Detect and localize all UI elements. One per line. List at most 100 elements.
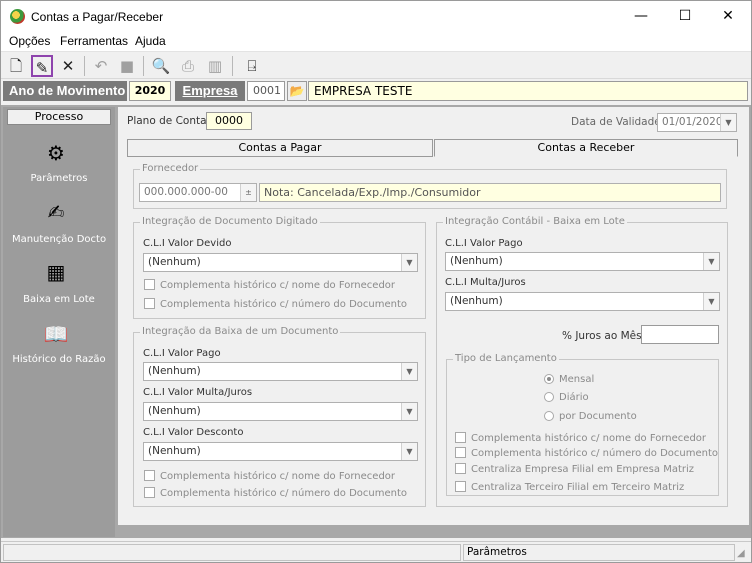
chk-lanc-nome-fornecedor[interactable]: Complementa histórico c/ nome do Fornece… — [455, 432, 706, 444]
baixa-pago-label: C.L.I Valor Pago — [143, 348, 221, 359]
contabil-multa-select[interactable]: (Nenhum) ▼ — [445, 292, 720, 311]
sidebar-item-baixa-lote[interactable]: Baixa em Lote — [5, 294, 113, 305]
select-value: (Nenhum) — [148, 365, 201, 377]
chk-baixa-numero-documento[interactable]: Complementa histórico c/ número do Docum… — [144, 487, 407, 499]
tab-label: Contas a Receber — [537, 141, 635, 154]
checkbox-label: Complementa histórico c/ número do Docum… — [160, 299, 408, 310]
year-field[interactable]: 2020 — [129, 81, 171, 101]
folder-open-icon[interactable]: 📂 — [287, 81, 307, 101]
checkbox-label: Complementa histórico c/ número do Docum… — [160, 488, 408, 499]
print-icon[interactable]: ⎙ — [177, 55, 199, 77]
baixa-desconto-select[interactable]: (Nenhum) ▼ — [143, 442, 418, 461]
print-preview-icon[interactable]: 🔍 — [150, 55, 172, 77]
plano-label: Plano de Contas — [127, 115, 212, 127]
toolbar-separator — [143, 56, 144, 76]
company-name-field: EMPRESA TESTE — [308, 81, 748, 101]
sidebar-item-historico[interactable]: Histórico do Razão — [5, 354, 113, 365]
contabil-pago-label: C.L.I Valor Pago — [445, 238, 523, 249]
new-document-icon[interactable]: 🗋 — [5, 55, 27, 77]
chk-doc-nome-fornecedor[interactable]: Complementa histórico c/ nome do Fornece… — [144, 279, 395, 291]
book-icon[interactable]: 📖 — [41, 322, 71, 348]
group-label: Tipo de Lançamento — [453, 353, 559, 364]
contabil-pago-select[interactable]: (Nenhum) ▼ — [445, 252, 720, 271]
plano-field[interactable]: 0000 — [206, 112, 252, 130]
calculator-icon[interactable]: ▦ — [41, 260, 71, 286]
radio-label: Diário — [559, 392, 589, 403]
checkbox-icon — [455, 447, 466, 458]
window-title: Contas a Pagar/Receber — [31, 10, 164, 24]
radio-icon — [544, 411, 554, 421]
year-label: Ano de Movimento — [3, 81, 127, 101]
fornecedor-code-field[interactable]: 000.000.000-00 ± — [139, 183, 257, 202]
exit-door-icon[interactable]: ⍈ — [241, 55, 263, 77]
export-icon[interactable]: ▥ — [204, 55, 226, 77]
group-label: Integração Contábil - Baixa em Lote — [443, 216, 627, 227]
group-label: Integração da Baixa de um Documento — [140, 326, 341, 337]
radio-label: Mensal — [559, 374, 595, 385]
select-value: (Nenhum) — [148, 256, 201, 268]
menu-bar: Opções Ferramentas Ajuda — [1, 32, 751, 51]
chevron-down-icon: ▼ — [703, 293, 719, 310]
stop-icon[interactable]: ■ — [116, 55, 138, 77]
tab-label: Contas a Pagar — [238, 141, 322, 154]
validade-label: Data de Validade — [571, 116, 661, 128]
year-company-bar: Ano de Movimento 2020 Empresa 0001 📂 EMP… — [1, 79, 751, 103]
chevron-down-icon: ▼ — [401, 254, 417, 271]
checkbox-label: Complementa histórico c/ número do Docum… — [471, 448, 719, 459]
edit-document-icon[interactable]: ✎ — [31, 55, 53, 77]
writing-hand-icon[interactable]: ✍ — [41, 200, 71, 226]
validade-field[interactable]: 01/01/2020 ▼ — [657, 113, 737, 132]
chevron-down-icon: ▼ — [401, 443, 417, 460]
checkbox-icon — [144, 298, 155, 309]
menu-ferramentas[interactable]: Ferramentas — [60, 34, 128, 48]
chk-lanc-numero-documento[interactable]: Complementa histórico c/ número do Docum… — [455, 447, 718, 459]
company-code-field[interactable]: 0001 — [247, 81, 285, 101]
tab-contas-receber[interactable]: Contas a Receber — [434, 139, 738, 157]
chevron-down-icon: ▼ — [720, 114, 736, 131]
minimize-button[interactable]: — — [626, 5, 656, 27]
checkbox-label: Centraliza Empresa Filial em Empresa Mat… — [471, 464, 695, 475]
toolbar: 🗋 ✎ ✕ ↶ ■ 🔍 ⎙ ▥ ⍈ — [1, 51, 751, 79]
tab-contas-pagar[interactable]: Contas a Pagar — [127, 139, 433, 157]
chk-doc-numero-documento[interactable]: Complementa histórico c/ número do Docum… — [144, 298, 407, 310]
sidebar-item-manutencao[interactable]: Manutenção Docto — [5, 234, 113, 245]
radio-por-documento[interactable]: por Documento — [544, 411, 637, 422]
radio-icon — [544, 392, 554, 402]
toolbar-separator — [84, 56, 85, 76]
company-label: Empresa — [175, 81, 245, 101]
toolbar-separator — [232, 56, 233, 76]
select-value: (Nenhum) — [450, 255, 503, 267]
resize-grip-icon[interactable]: ◢ — [737, 548, 749, 560]
baixa-multa-label: C.L.I Valor Multa/Juros — [143, 387, 253, 398]
checkbox-icon — [455, 432, 466, 443]
select-value: (Nenhum) — [148, 445, 201, 457]
chevron-down-icon: ▼ — [401, 403, 417, 420]
radio-diario[interactable]: Diário — [544, 392, 589, 403]
juros-field[interactable] — [641, 325, 719, 344]
baixa-multa-select[interactable]: (Nenhum) ▼ — [143, 402, 418, 421]
select-value: (Nenhum) — [450, 295, 503, 307]
close-button[interactable]: ✕ — [713, 5, 743, 27]
validade-value: 01/01/2020 — [662, 116, 723, 128]
menu-opcoes[interactable]: Opções — [9, 34, 50, 48]
chk-baixa-nome-fornecedor[interactable]: Complementa histórico c/ nome do Fornece… — [144, 470, 395, 482]
status-panel-right: Parâmetros — [463, 544, 735, 561]
checkbox-icon — [144, 279, 155, 290]
delete-icon[interactable]: ✕ — [57, 55, 79, 77]
sidebar-item-parametros[interactable]: Parâmetros — [5, 173, 113, 184]
radio-label: por Documento — [559, 411, 637, 422]
chevron-down-icon: ▼ — [401, 363, 417, 380]
sidebar-header: Processo — [7, 109, 111, 125]
baixa-pago-select[interactable]: (Nenhum) ▼ — [143, 362, 418, 381]
checkbox-icon — [455, 481, 466, 492]
checkbox-icon — [144, 487, 155, 498]
gears-icon[interactable]: ⚙ — [41, 141, 71, 167]
chk-centraliza-empresa[interactable]: Centraliza Empresa Filial em Empresa Mat… — [455, 463, 694, 475]
fornecedor-note: Nota: Cancelada/Exp./Imp./Consumidor — [259, 183, 721, 202]
maximize-button[interactable]: ☐ — [670, 5, 700, 27]
chk-centraliza-terceiro[interactable]: Centraliza Terceiro Filial em Terceiro M… — [455, 481, 684, 493]
cli-devido-select[interactable]: (Nenhum) ▼ — [143, 253, 418, 272]
radio-mensal[interactable]: Mensal — [544, 374, 594, 385]
menu-ajuda[interactable]: Ajuda — [135, 34, 166, 48]
undo-icon[interactable]: ↶ — [90, 55, 112, 77]
